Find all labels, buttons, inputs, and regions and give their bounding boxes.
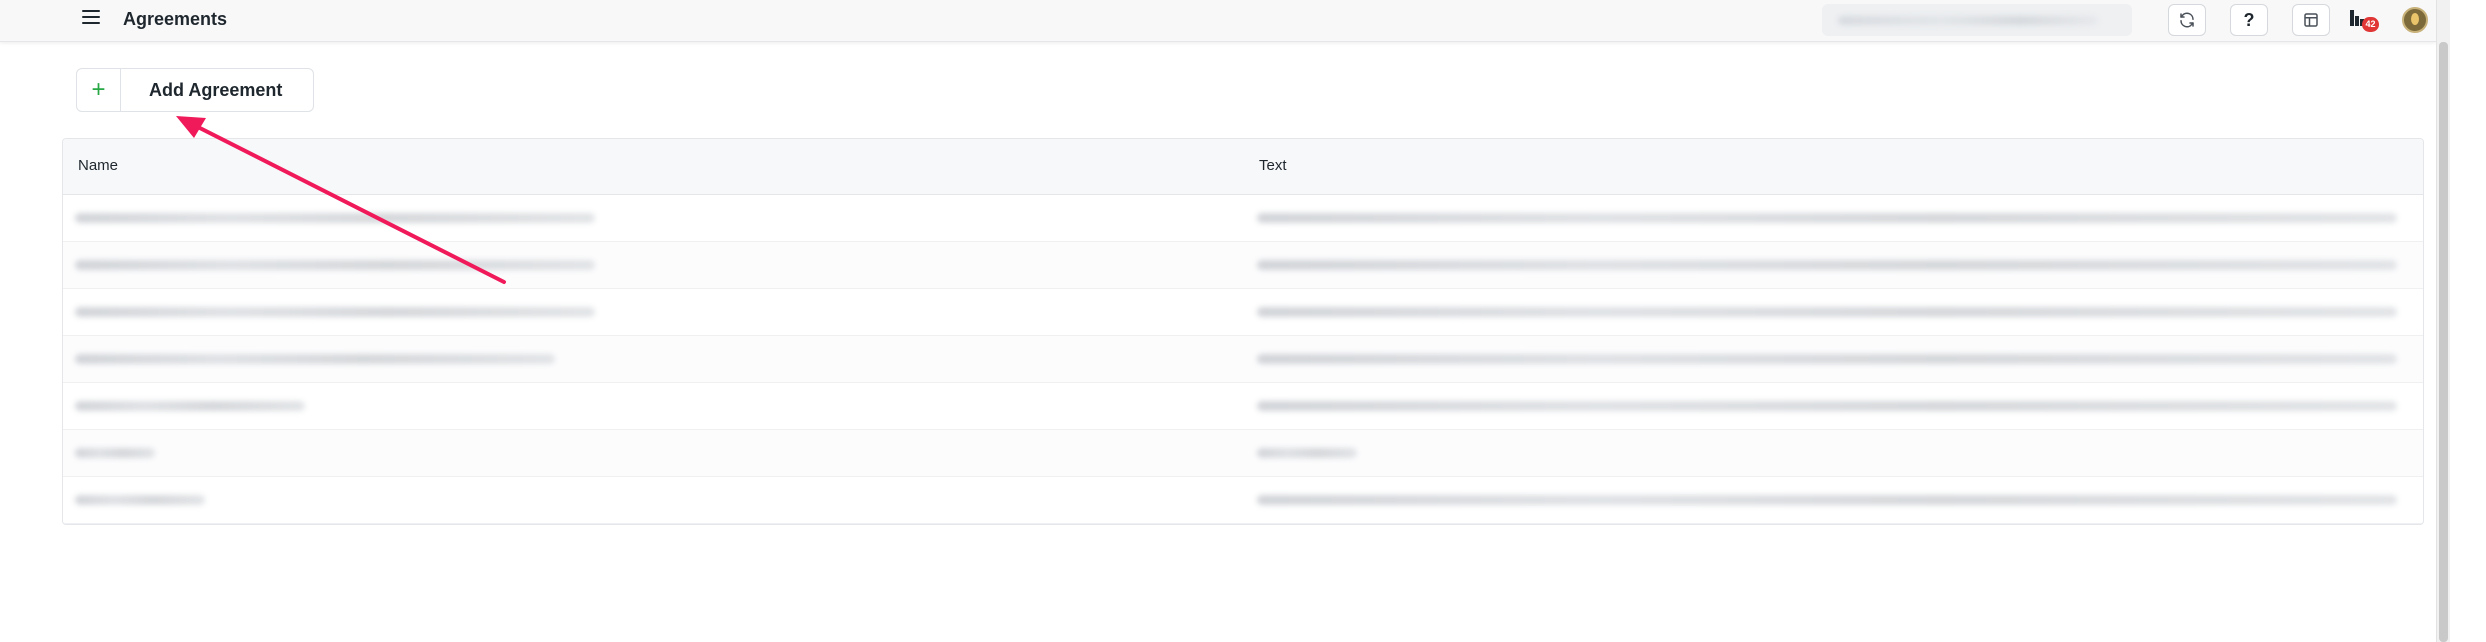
add-agreement-button[interactable]: + Add Agreement <box>76 68 314 112</box>
column-header-name[interactable]: Name <box>78 157 118 174</box>
table-row[interactable] <box>63 477 2423 524</box>
agreements-table: Name Text <box>62 138 2424 525</box>
help-icon: ? <box>2243 9 2255 30</box>
scrollbar-thumb[interactable] <box>2439 42 2448 642</box>
row-name-cell <box>75 213 595 223</box>
row-name-cell <box>75 401 305 411</box>
row-text-cell <box>1257 260 2397 270</box>
table-row[interactable] <box>63 383 2423 430</box>
row-name-cell <box>75 354 555 364</box>
row-text-cell <box>1257 448 1357 458</box>
top-navigation-bar: Agreements ? 42 <box>0 0 2436 42</box>
user-avatar[interactable] <box>2402 7 2428 33</box>
column-header-text[interactable]: Text <box>1259 157 1287 174</box>
table-row[interactable] <box>63 430 2423 477</box>
row-name-cell <box>75 448 155 458</box>
panel-icon <box>2304 13 2318 27</box>
row-text-cell <box>1257 354 2397 364</box>
help-button[interactable]: ? <box>2230 4 2268 36</box>
notification-count-badge: 42 <box>2362 17 2379 32</box>
table-row[interactable] <box>63 195 2423 242</box>
row-text-cell <box>1257 495 2397 505</box>
row-text-cell <box>1257 307 2397 317</box>
add-agreement-label: Add Agreement <box>149 79 283 100</box>
panel-button[interactable] <box>2292 4 2330 36</box>
refresh-icon <box>2180 12 2194 28</box>
notifications-button[interactable]: 42 <box>2350 8 2380 34</box>
plus-icon: + <box>77 69 121 111</box>
search-bar[interactable] <box>1822 4 2132 36</box>
hamburger-menu-icon[interactable] <box>82 10 100 28</box>
refresh-button[interactable] <box>2168 4 2206 36</box>
row-name-cell <box>75 495 205 505</box>
table-header: Name Text <box>63 139 2423 195</box>
row-text-cell <box>1257 401 2397 411</box>
row-text-cell <box>1257 213 2397 223</box>
table-row[interactable] <box>63 336 2423 383</box>
table-row[interactable] <box>63 242 2423 289</box>
row-name-cell <box>75 307 595 317</box>
table-row[interactable] <box>63 289 2423 336</box>
row-name-cell <box>75 260 595 270</box>
page-title: Agreements <box>123 9 228 29</box>
